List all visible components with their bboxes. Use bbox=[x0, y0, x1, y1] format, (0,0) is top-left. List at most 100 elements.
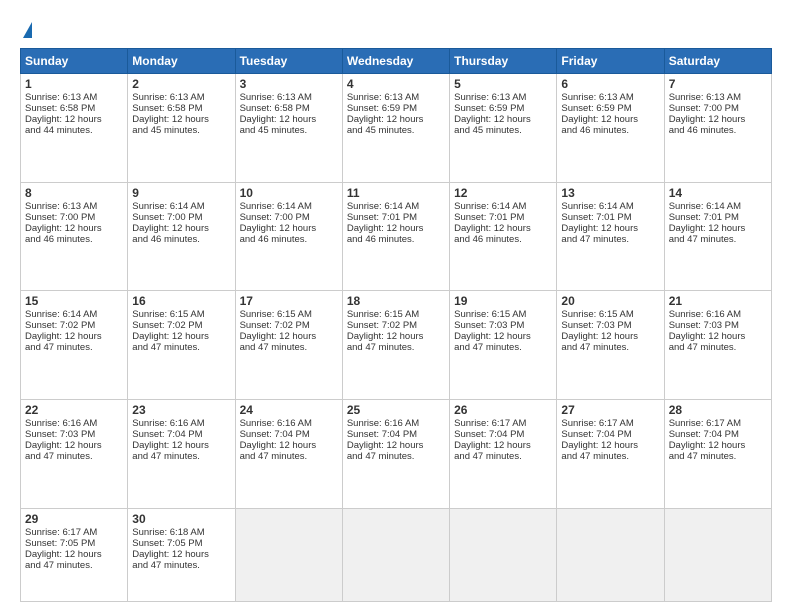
day-info-line: Sunset: 7:00 PM bbox=[132, 212, 230, 223]
day-info-line: Sunrise: 6:13 AM bbox=[454, 92, 552, 103]
day-info-line: Daylight: 12 hours bbox=[347, 440, 445, 451]
day-number: 12 bbox=[454, 186, 552, 200]
day-info-line: Sunrise: 6:13 AM bbox=[347, 92, 445, 103]
day-info-line: Sunset: 6:59 PM bbox=[561, 103, 659, 114]
day-header-sunday: Sunday bbox=[21, 49, 128, 74]
day-info-line: Daylight: 12 hours bbox=[240, 223, 338, 234]
calendar-week-3: 22Sunrise: 6:16 AMSunset: 7:03 PMDayligh… bbox=[21, 400, 772, 509]
day-info-line: and 47 minutes. bbox=[347, 451, 445, 462]
day-info-line: and 47 minutes. bbox=[25, 451, 123, 462]
day-number: 10 bbox=[240, 186, 338, 200]
day-header-friday: Friday bbox=[557, 49, 664, 74]
day-info-line: Sunset: 7:01 PM bbox=[561, 212, 659, 223]
day-info-line: Sunrise: 6:14 AM bbox=[669, 201, 767, 212]
day-info-line: Daylight: 12 hours bbox=[132, 440, 230, 451]
day-header-thursday: Thursday bbox=[450, 49, 557, 74]
day-info-line: Sunrise: 6:13 AM bbox=[669, 92, 767, 103]
day-info-line: Sunrise: 6:15 AM bbox=[347, 309, 445, 320]
day-info-line: Sunrise: 6:17 AM bbox=[561, 418, 659, 429]
calendar-cell: 20Sunrise: 6:15 AMSunset: 7:03 PMDayligh… bbox=[557, 291, 664, 400]
day-info-line: and 47 minutes. bbox=[240, 451, 338, 462]
calendar-cell bbox=[557, 508, 664, 601]
day-info-line: Sunset: 7:04 PM bbox=[132, 429, 230, 440]
day-header-wednesday: Wednesday bbox=[342, 49, 449, 74]
day-number: 5 bbox=[454, 77, 552, 91]
day-number: 27 bbox=[561, 403, 659, 417]
day-number: 30 bbox=[132, 512, 230, 526]
calendar-cell: 12Sunrise: 6:14 AMSunset: 7:01 PMDayligh… bbox=[450, 182, 557, 291]
day-number: 28 bbox=[669, 403, 767, 417]
calendar-week-1: 8Sunrise: 6:13 AMSunset: 7:00 PMDaylight… bbox=[21, 182, 772, 291]
day-info-line: Sunrise: 6:14 AM bbox=[240, 201, 338, 212]
day-info-line: Sunset: 7:04 PM bbox=[454, 429, 552, 440]
day-info-line: and 47 minutes. bbox=[25, 560, 123, 571]
calendar-week-2: 15Sunrise: 6:14 AMSunset: 7:02 PMDayligh… bbox=[21, 291, 772, 400]
day-info-line: Sunset: 7:03 PM bbox=[669, 320, 767, 331]
day-info-line: and 45 minutes. bbox=[454, 125, 552, 136]
day-info-line: and 46 minutes. bbox=[240, 234, 338, 245]
day-info-line: Sunrise: 6:13 AM bbox=[25, 201, 123, 212]
day-info-line: Sunset: 7:02 PM bbox=[347, 320, 445, 331]
day-info-line: and 47 minutes. bbox=[669, 342, 767, 353]
day-info-line: Sunrise: 6:14 AM bbox=[25, 309, 123, 320]
calendar-cell: 1Sunrise: 6:13 AMSunset: 6:58 PMDaylight… bbox=[21, 74, 128, 183]
day-info-line: Daylight: 12 hours bbox=[25, 549, 123, 560]
day-info-line: Daylight: 12 hours bbox=[669, 331, 767, 342]
day-info-line: and 44 minutes. bbox=[25, 125, 123, 136]
day-number: 11 bbox=[347, 186, 445, 200]
calendar-cell: 19Sunrise: 6:15 AMSunset: 7:03 PMDayligh… bbox=[450, 291, 557, 400]
day-number: 29 bbox=[25, 512, 123, 526]
logo-triangle-icon bbox=[23, 22, 32, 38]
calendar-cell: 24Sunrise: 6:16 AMSunset: 7:04 PMDayligh… bbox=[235, 400, 342, 509]
header bbox=[20, 18, 772, 38]
day-info-line: Sunset: 7:02 PM bbox=[132, 320, 230, 331]
day-info-line: and 46 minutes. bbox=[561, 125, 659, 136]
day-info-line: and 45 minutes. bbox=[347, 125, 445, 136]
day-info-line: Sunrise: 6:15 AM bbox=[454, 309, 552, 320]
calendar-cell: 8Sunrise: 6:13 AMSunset: 7:00 PMDaylight… bbox=[21, 182, 128, 291]
day-info-line: Sunrise: 6:13 AM bbox=[240, 92, 338, 103]
calendar-cell: 13Sunrise: 6:14 AMSunset: 7:01 PMDayligh… bbox=[557, 182, 664, 291]
calendar-week-4: 29Sunrise: 6:17 AMSunset: 7:05 PMDayligh… bbox=[21, 508, 772, 601]
day-info-line: Daylight: 12 hours bbox=[669, 114, 767, 125]
day-info-line: Daylight: 12 hours bbox=[454, 440, 552, 451]
day-info-line: and 46 minutes. bbox=[347, 234, 445, 245]
calendar-cell: 27Sunrise: 6:17 AMSunset: 7:04 PMDayligh… bbox=[557, 400, 664, 509]
day-number: 22 bbox=[25, 403, 123, 417]
calendar-cell: 16Sunrise: 6:15 AMSunset: 7:02 PMDayligh… bbox=[128, 291, 235, 400]
day-info-line: Daylight: 12 hours bbox=[669, 223, 767, 234]
calendar-cell bbox=[235, 508, 342, 601]
day-info-line: Sunrise: 6:16 AM bbox=[240, 418, 338, 429]
day-info-line: Daylight: 12 hours bbox=[669, 440, 767, 451]
day-info-line: Sunrise: 6:17 AM bbox=[25, 527, 123, 538]
calendar-cell: 17Sunrise: 6:15 AMSunset: 7:02 PMDayligh… bbox=[235, 291, 342, 400]
day-info-line: and 46 minutes. bbox=[25, 234, 123, 245]
calendar-cell: 14Sunrise: 6:14 AMSunset: 7:01 PMDayligh… bbox=[664, 182, 771, 291]
day-number: 3 bbox=[240, 77, 338, 91]
day-info-line: Sunset: 6:58 PM bbox=[240, 103, 338, 114]
day-info-line: Sunset: 6:59 PM bbox=[347, 103, 445, 114]
day-info-line: Sunset: 7:04 PM bbox=[561, 429, 659, 440]
calendar-cell: 2Sunrise: 6:13 AMSunset: 6:58 PMDaylight… bbox=[128, 74, 235, 183]
day-number: 4 bbox=[347, 77, 445, 91]
calendar-week-0: 1Sunrise: 6:13 AMSunset: 6:58 PMDaylight… bbox=[21, 74, 772, 183]
day-info-line: Sunrise: 6:15 AM bbox=[132, 309, 230, 320]
calendar-cell: 6Sunrise: 6:13 AMSunset: 6:59 PMDaylight… bbox=[557, 74, 664, 183]
calendar-cell: 25Sunrise: 6:16 AMSunset: 7:04 PMDayligh… bbox=[342, 400, 449, 509]
day-info-line: and 47 minutes. bbox=[669, 451, 767, 462]
day-info-line: and 46 minutes. bbox=[669, 125, 767, 136]
day-info-line: Daylight: 12 hours bbox=[347, 223, 445, 234]
calendar: SundayMondayTuesdayWednesdayThursdayFrid… bbox=[20, 48, 772, 602]
day-info-line: Sunset: 7:02 PM bbox=[240, 320, 338, 331]
day-number: 25 bbox=[347, 403, 445, 417]
day-number: 20 bbox=[561, 294, 659, 308]
day-info-line: and 45 minutes. bbox=[240, 125, 338, 136]
day-info-line: Sunset: 7:02 PM bbox=[25, 320, 123, 331]
day-info-line: Daylight: 12 hours bbox=[25, 114, 123, 125]
day-number: 26 bbox=[454, 403, 552, 417]
day-info-line: Daylight: 12 hours bbox=[25, 440, 123, 451]
day-header-saturday: Saturday bbox=[664, 49, 771, 74]
day-info-line: Daylight: 12 hours bbox=[454, 114, 552, 125]
day-info-line: Sunrise: 6:16 AM bbox=[669, 309, 767, 320]
day-info-line: and 46 minutes. bbox=[132, 234, 230, 245]
